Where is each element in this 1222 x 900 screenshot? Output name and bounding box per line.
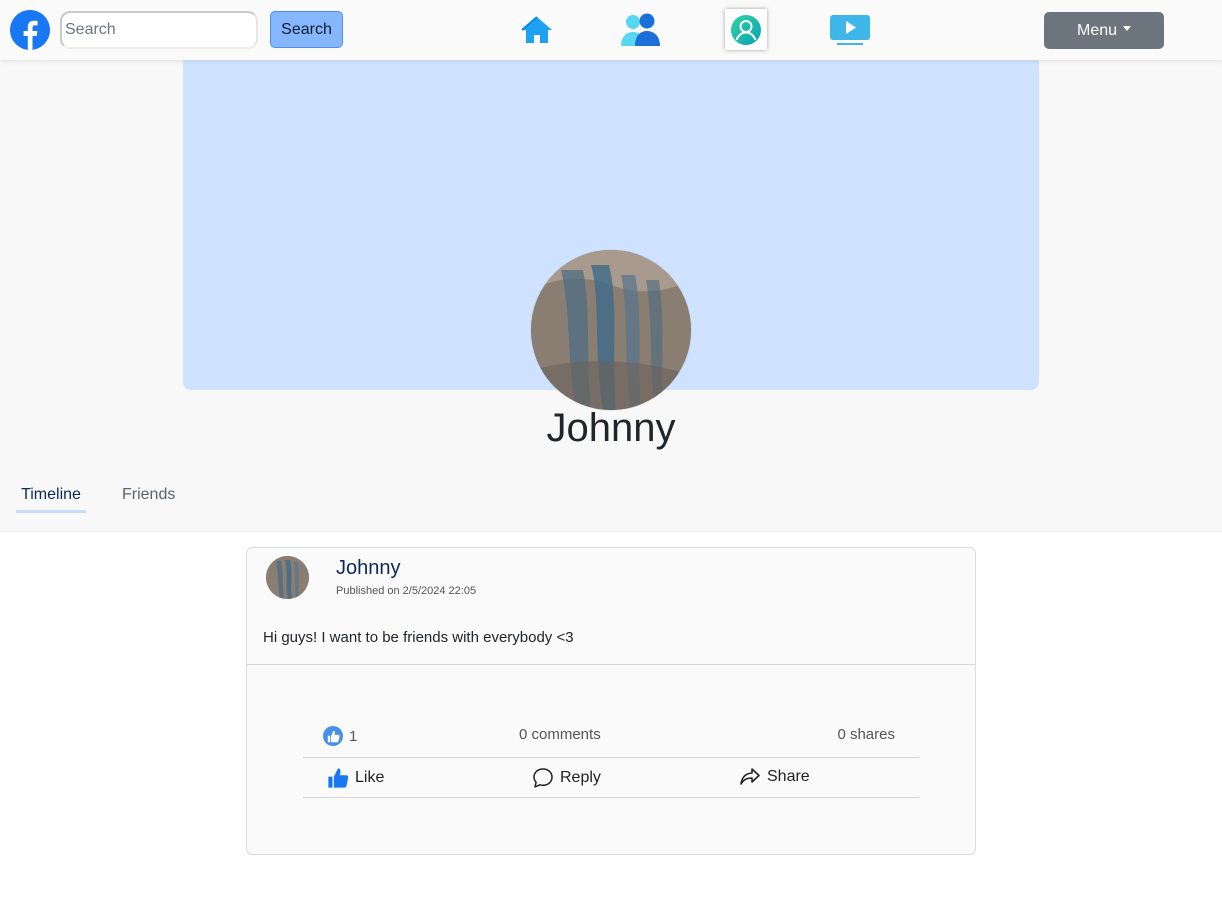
profile-avatar[interactable] <box>531 250 691 410</box>
post-stats-row: 1 0 comments 0 shares <box>303 720 919 758</box>
post-actions-row: Like Reply Share <box>303 759 919 798</box>
watch-icon[interactable] <box>829 10 871 50</box>
share-button[interactable]: Share <box>739 767 810 787</box>
like-button[interactable]: Like <box>327 767 384 789</box>
search-button[interactable]: Search <box>270 11 343 48</box>
reply-button[interactable]: Reply <box>532 767 601 789</box>
caret-down-icon <box>1123 26 1132 31</box>
facebook-logo-icon[interactable] <box>10 10 50 50</box>
post-timestamp: Published on 2/5/2024 22:05 <box>336 585 477 597</box>
post-divider <box>247 664 975 665</box>
post-body-text: Hi guys! I want to be friends with every… <box>263 629 574 646</box>
post-author-name[interactable]: Johnny <box>336 557 401 580</box>
post-author-avatar[interactable] <box>266 556 309 599</box>
share-button-label: Share <box>767 768 810 785</box>
speech-bubble-icon <box>533 768 553 788</box>
friends-icon[interactable] <box>619 10 663 50</box>
reply-button-label: Reply <box>560 769 601 786</box>
shares-count[interactable]: 0 shares <box>837 726 895 743</box>
top-navbar: Search Search Menu <box>0 0 1222 60</box>
menu-dropdown-button[interactable]: Menu <box>1044 12 1164 49</box>
post-card: Johnny Published on 2/5/2024 22:05 Hi gu… <box>246 547 976 855</box>
menu-label: Menu <box>1076 21 1118 39</box>
like-count[interactable]: 1 <box>323 726 357 746</box>
like-badge-icon <box>323 726 343 746</box>
tab-timeline[interactable]: Timeline <box>16 486 86 513</box>
like-button-label: Like <box>355 769 385 786</box>
profile-name: Johnny <box>546 406 676 450</box>
tab-friends[interactable]: Friends <box>122 486 175 510</box>
search-input[interactable] <box>60 11 258 49</box>
home-icon[interactable] <box>517 10 557 50</box>
profile-header: Johnny Timeline Friends <box>0 60 1222 532</box>
thumbs-up-icon <box>328 768 349 788</box>
profile-icon[interactable] <box>725 9 767 50</box>
like-count-number: 1 <box>349 727 358 745</box>
comments-count[interactable]: 0 comments <box>519 726 601 743</box>
share-arrow-icon <box>740 768 760 785</box>
